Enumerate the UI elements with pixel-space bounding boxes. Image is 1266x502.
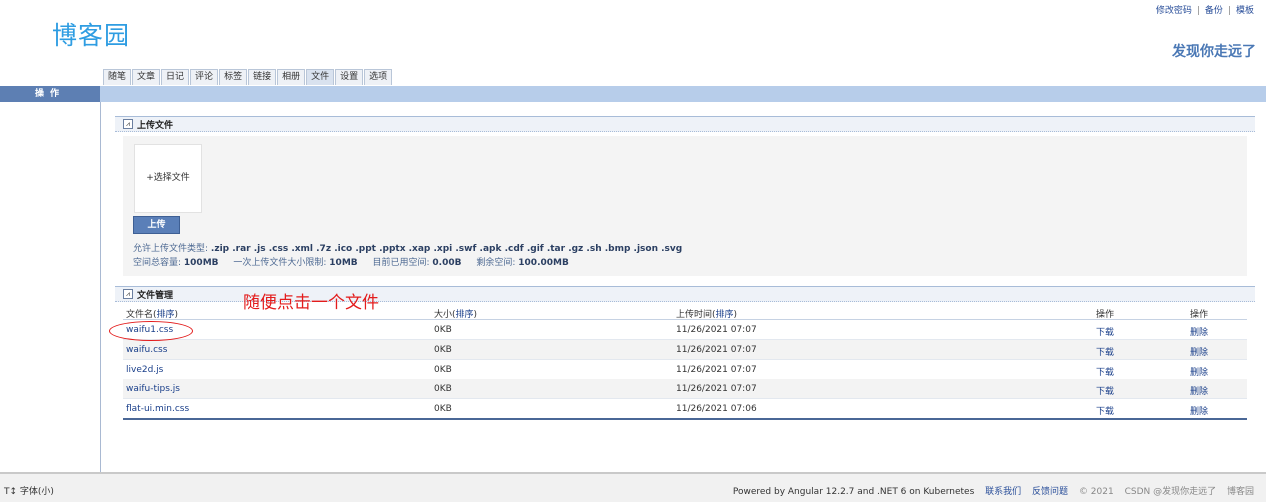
- table-row: waifu.css 0KB 11/26/2021 07:07 下载 删除: [123, 340, 1247, 360]
- delete-link[interactable]: 删除: [1190, 384, 1208, 397]
- col-op1-header: 操作: [1096, 310, 1115, 320]
- header-bar: [0, 86, 1266, 102]
- nav-tabs: 随笔 文章 日记 评论 标签 链接 相册 文件 设置 选项: [103, 69, 393, 85]
- file-upload-time: 11/26/2021 07:07: [676, 325, 757, 335]
- file-size: 0KB: [434, 325, 452, 335]
- files-section-title: 文件管理: [137, 291, 174, 301]
- tab-links[interactable]: 链接: [248, 69, 277, 85]
- file-upload-time: 11/26/2021 07:07: [676, 365, 757, 375]
- delete-link[interactable]: 删除: [1190, 345, 1208, 358]
- collapse-icon[interactable]: ⩘: [123, 289, 133, 299]
- file-name-link[interactable]: waifu-tips.js: [126, 384, 180, 394]
- table-row: live2d.js 0KB 11/26/2021 07:07 下载 删除: [123, 360, 1247, 380]
- file-size: 0KB: [434, 365, 452, 375]
- sort-by-time-link[interactable]: 排序: [716, 310, 734, 320]
- file-name-link[interactable]: live2d.js: [126, 365, 163, 375]
- change-password-link[interactable]: 修改密码: [1156, 6, 1192, 16]
- file-name-link[interactable]: waifu.css: [126, 345, 167, 355]
- table-row: flat-ui.min.css 0KB 11/26/2021 07:06 下载 …: [123, 399, 1247, 419]
- font-size-toggle[interactable]: T↕ 字体(小): [4, 484, 54, 497]
- delete-link[interactable]: 删除: [1190, 404, 1208, 417]
- copyright-text: © 2021: [1078, 487, 1114, 497]
- download-link[interactable]: 下载: [1096, 325, 1114, 338]
- sort-by-name-link[interactable]: 排序: [157, 310, 175, 320]
- contact-link[interactable]: 联系我们: [985, 487, 1021, 497]
- table-row: waifu-tips.js 0KB 11/26/2021 07:07 下载 删除: [123, 379, 1247, 399]
- tab-options[interactable]: 选项: [364, 69, 393, 85]
- table-footer-line: [123, 418, 1247, 420]
- quota-total: 空间总容量: 100MB: [133, 258, 219, 268]
- choose-file-button[interactable]: +选择文件: [134, 144, 202, 213]
- tab-articles[interactable]: 文章: [132, 69, 161, 85]
- file-size: 0KB: [434, 384, 452, 394]
- allowed-types-label: 允许上传文件类型:: [133, 244, 211, 254]
- table-row: waifu1.css 0KB 11/26/2021 07:07 下载 删除: [123, 320, 1247, 340]
- allowed-types-list: .zip .rar .js .css .xml .7z .ico .ppt .p…: [210, 244, 683, 254]
- upload-button[interactable]: 上传: [133, 216, 180, 234]
- file-upload-time: 11/26/2021 07:06: [676, 404, 757, 414]
- quota-info: 空间总容量: 100MB 一次上传文件大小限制: 10MB 目前已用空间: 0.…: [133, 255, 581, 268]
- tab-albums[interactable]: 相册: [277, 69, 306, 85]
- col-time-header: 上传时间(排序): [676, 310, 738, 320]
- delete-link[interactable]: 删除: [1190, 365, 1208, 378]
- download-link[interactable]: 下载: [1096, 365, 1114, 378]
- sort-by-size-link[interactable]: 排序: [456, 310, 474, 320]
- file-size: 0KB: [434, 404, 452, 414]
- allowed-types: 允许上传文件类型: .zip .rar .js .css .xml .7z .i…: [133, 241, 682, 254]
- footer-brand: 博客园: [1226, 487, 1254, 497]
- tab-files[interactable]: 文件: [306, 69, 335, 85]
- tab-diary[interactable]: 日记: [161, 69, 190, 85]
- upload-section-header: ⩘ 上传文件: [115, 116, 1255, 132]
- site-logo[interactable]: 博客园: [52, 16, 130, 52]
- sidebar-divider: [100, 102, 101, 472]
- watermark-text: CSDN @发现你走远了: [1124, 487, 1217, 497]
- top-links: 修改密码 | 备份 | 模板: [1155, 6, 1254, 16]
- quota-used: 目前已用空间: 0.00B: [372, 258, 462, 268]
- footer-info: Powered by Angular 12.2.7 and .NET 6 on …: [733, 484, 1254, 497]
- col-size-header: 大小(排序): [434, 310, 478, 320]
- download-link[interactable]: 下载: [1096, 345, 1114, 358]
- tab-settings[interactable]: 设置: [335, 69, 364, 85]
- upload-section-title: 上传文件: [137, 121, 174, 131]
- annotation-circle: [109, 321, 193, 341]
- backup-link[interactable]: 备份: [1205, 6, 1223, 16]
- file-name-link[interactable]: flat-ui.min.css: [126, 404, 189, 414]
- tab-comments[interactable]: 评论: [190, 69, 219, 85]
- powered-by-text: Powered by Angular 12.2.7 and .NET 6 on …: [732, 487, 975, 497]
- template-link[interactable]: 模板: [1236, 6, 1254, 16]
- quota-remaining: 剩余空间: 100.00MB: [476, 258, 569, 268]
- file-size: 0KB: [434, 345, 452, 355]
- delete-link[interactable]: 删除: [1190, 325, 1208, 338]
- blog-slogan: 发现你走远了: [1172, 44, 1256, 60]
- files-table-header: 文件名(排序) 大小(排序) 上传时间(排序) 操作 操作: [123, 305, 1247, 320]
- sidebar-heading: 操作: [0, 86, 100, 102]
- feedback-link[interactable]: 反馈问题: [1032, 487, 1068, 497]
- collapse-icon[interactable]: ⩘: [123, 119, 133, 129]
- tab-tags[interactable]: 标签: [219, 69, 248, 85]
- quota-per-upload: 一次上传文件大小限制: 10MB: [233, 258, 358, 268]
- file-upload-time: 11/26/2021 07:07: [676, 384, 757, 394]
- tab-essays[interactable]: 随笔: [103, 69, 132, 85]
- download-link[interactable]: 下载: [1096, 384, 1114, 397]
- col-op2-header: 操作: [1190, 310, 1209, 320]
- file-upload-time: 11/26/2021 07:07: [676, 345, 757, 355]
- download-link[interactable]: 下载: [1096, 404, 1114, 417]
- col-name-header: 文件名(排序): [126, 310, 179, 320]
